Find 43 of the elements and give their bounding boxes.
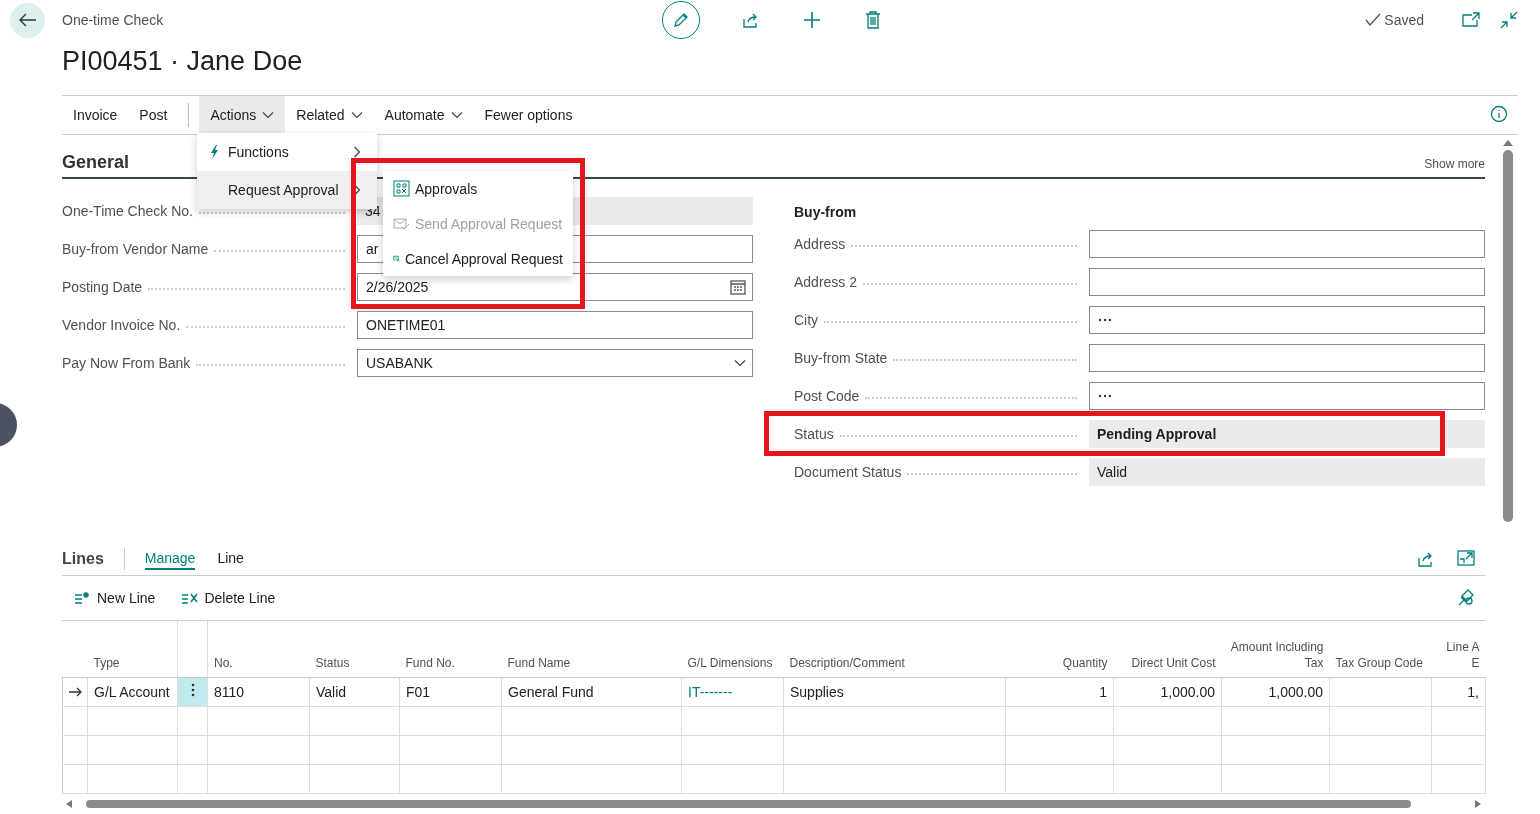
field-label: Buy-from State [794, 350, 888, 366]
field-label: Buy-from Vendor Name [62, 241, 209, 257]
read-only-field: Valid [1089, 458, 1485, 486]
table-cell: 1, [1431, 677, 1486, 706]
column-header: G/L Dimensions [681, 621, 784, 677]
column-header: Direct Unit Cost [1113, 621, 1222, 677]
read-only-field: Pending Approval [1089, 420, 1485, 448]
table-cell: IT------- [681, 677, 784, 706]
field-label: Address [794, 236, 846, 252]
section-title: Lines [62, 550, 104, 568]
saved-status: Saved [1384, 12, 1424, 28]
column-header: Fund Name [501, 621, 682, 677]
column-header: Tax Group Code [1329, 621, 1432, 677]
table-cell: 1 [1005, 677, 1114, 706]
field-label: Posting Date [62, 279, 143, 295]
column-header: No. [207, 621, 310, 677]
page-caption: One-time Check [62, 12, 165, 28]
section-title: General [62, 152, 130, 173]
page-title: PI00451 · Jane Doe [62, 45, 304, 78]
table-cell: F01 [399, 677, 502, 706]
table-cell: Supplies [783, 677, 1006, 706]
column-header: Fund No. [399, 621, 502, 677]
field-label: Document Status [794, 464, 902, 480]
table-cell: General Fund [501, 677, 682, 706]
table-cell: 1,000.00 [1221, 677, 1330, 706]
field-label: Address 2 [794, 274, 858, 290]
field-label: Pay Now From Bank [62, 355, 191, 371]
table-cell: G/L Account [87, 677, 178, 706]
field-label: One-Time Check No. [62, 203, 193, 219]
field-label: Status [794, 426, 834, 442]
field-label: Post Code [794, 388, 860, 404]
field-label: City [794, 312, 819, 328]
column-header: Quantity [1005, 621, 1114, 677]
column-header: Description/Comment [783, 621, 1006, 677]
table-cell: 8110 [207, 677, 310, 706]
column-header: Line A E [1431, 621, 1486, 677]
column-header: Amount Including Tax [1221, 621, 1330, 677]
field-label: Vendor Invoice No. [62, 317, 181, 333]
table-cell: Valid [309, 677, 400, 706]
column-header: Status [309, 621, 400, 677]
group-heading: Buy-from [794, 203, 858, 222]
table-cell: 1,000.00 [1113, 677, 1222, 706]
column-header: Type [87, 621, 178, 677]
